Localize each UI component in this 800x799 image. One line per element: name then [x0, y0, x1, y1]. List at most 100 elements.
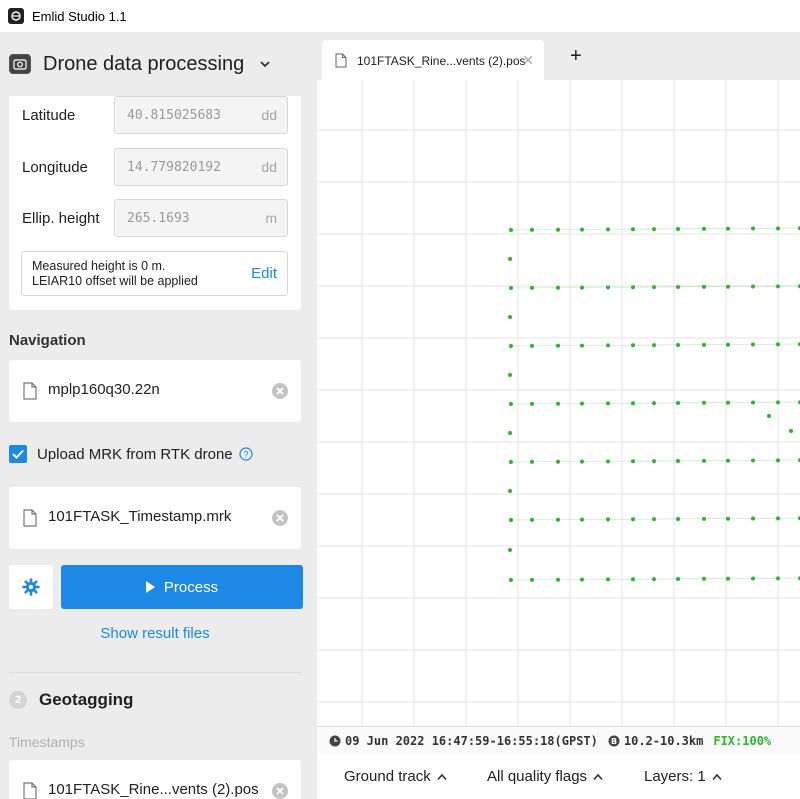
quality-flags-dropdown[interactable]: All quality flags [487, 768, 603, 785]
help-icon[interactable]: ? [239, 447, 253, 461]
height-row: Ellip. height 265.1693 m [9, 199, 301, 239]
track-point [509, 344, 513, 348]
height-unit: m [265, 210, 277, 226]
note-line-1: Measured height is 0 m. [32, 259, 166, 273]
chevron-up-icon [437, 773, 447, 780]
longitude-label: Longitude [22, 159, 88, 176]
track-point [676, 576, 680, 581]
track-point [606, 517, 610, 522]
track-point [509, 286, 513, 290]
track-point [751, 400, 755, 405]
timestamps-file-name: 101FTASK_Rine...vents (2).pos [48, 781, 259, 798]
base-coordinates-card: Latitude 40.815025683 dd Longitude 14.77… [9, 96, 301, 310]
navigation-file-card[interactable]: mplp160q30.22n [9, 360, 301, 422]
latitude-field[interactable]: 40.815025683 dd [114, 96, 288, 134]
latitude-label: Latitude [22, 107, 76, 124]
map-canvas[interactable] [317, 80, 800, 726]
navigation-label: Navigation [9, 332, 86, 349]
track-point [652, 577, 656, 582]
track-point [530, 401, 534, 406]
track-point [509, 228, 513, 232]
right-panel: 101FTASK_Rine...vents (2).pos ✕ + 09 Jun… [317, 32, 800, 799]
chevron-down-icon[interactable] [258, 57, 272, 71]
track-point [606, 285, 610, 290]
track-point [606, 577, 610, 582]
close-icon[interactable]: ✕ [522, 52, 534, 69]
panel-title: Drone data processing [43, 52, 245, 75]
track-point [726, 284, 730, 289]
height-label: Ellip. height [22, 210, 100, 227]
chevron-up-icon [712, 773, 722, 780]
time-range: 09 Jun 2022 16:47:59-16:55:18(GPST) [345, 733, 598, 748]
track-point [580, 401, 584, 406]
latitude-value: 40.815025683 [127, 108, 221, 123]
height-field[interactable]: 265.1693 m [114, 199, 288, 237]
timestamps-label: Timestamps [9, 734, 85, 750]
track-point [556, 577, 560, 582]
file-icon [335, 53, 347, 68]
ground-track-map[interactable] [317, 80, 800, 726]
track-point [631, 459, 635, 464]
file-icon [23, 382, 37, 400]
track-point [606, 227, 610, 232]
latitude-row: Latitude 40.815025683 dd [9, 96, 301, 136]
bottom-toolbar: Ground track All quality flags Layers: 1 [317, 754, 800, 799]
height-note: Measured height is 0 m. LEIAR10 offset w… [21, 251, 288, 296]
clear-icon[interactable] [271, 782, 289, 799]
track-point [530, 459, 534, 464]
track-point [676, 400, 680, 405]
file-icon [23, 782, 37, 799]
clear-icon[interactable] [271, 382, 289, 400]
svg-text:?: ? [243, 450, 248, 460]
mrk-file-card[interactable]: 101FTASK_Timestamp.mrk [9, 487, 301, 549]
geotagging-header[interactable]: 2 Geotagging [9, 690, 133, 710]
clear-icon[interactable] [271, 509, 289, 527]
ground-track-label: Ground track [344, 768, 431, 785]
baseline-value: 10.2-10.3km [623, 733, 704, 748]
track-point [652, 459, 656, 464]
upload-mrk-option[interactable]: Upload MRK from RTK drone ? [9, 442, 253, 466]
settings-button[interactable] [9, 565, 53, 609]
upload-mrk-checkbox[interactable] [9, 445, 27, 463]
track-point [556, 459, 560, 464]
left-panel: Drone data processing Latitude 40.815025… [0, 32, 317, 799]
edit-button[interactable]: Edit [251, 265, 277, 282]
note-text: Measured height is 0 m. LEIAR10 offset w… [32, 259, 198, 289]
track-point [652, 285, 656, 290]
track-point [726, 458, 730, 463]
track-point [580, 343, 584, 348]
track-point [751, 342, 755, 347]
longitude-value: 14.779820192 [127, 160, 221, 175]
upload-mrk-label: Upload MRK from RTK drone [37, 445, 233, 463]
track-point [676, 516, 680, 521]
track-point [556, 285, 560, 290]
app-logo-icon [8, 8, 24, 24]
track-point [580, 227, 584, 232]
longitude-field[interactable]: 14.779820192 dd [114, 148, 288, 186]
track-point [726, 342, 730, 347]
track-point [556, 227, 560, 232]
track-point [580, 285, 584, 290]
checkmark-icon [12, 449, 24, 459]
track-point [580, 517, 584, 522]
track-point [606, 401, 610, 406]
track-point [751, 226, 755, 231]
process-button[interactable]: Process [61, 565, 303, 609]
track-point [751, 284, 755, 289]
fix-percentage: FIX:100% [713, 733, 772, 748]
mrk-file-name: 101FTASK_Timestamp.mrk [48, 508, 232, 525]
panel-header[interactable]: Drone data processing [0, 32, 317, 96]
track-point [508, 373, 512, 377]
track-point [776, 400, 780, 405]
add-tab-button[interactable]: + [570, 46, 582, 66]
track-point [776, 342, 780, 347]
track-point [702, 400, 706, 405]
track-point [530, 227, 534, 232]
layers-dropdown[interactable]: Layers: 1 [644, 768, 722, 785]
timestamps-file-card[interactable]: 101FTASK_Rine...vents (2).pos [9, 760, 301, 799]
show-result-files-link[interactable]: Show result files [0, 625, 310, 642]
ground-track-dropdown[interactable]: Ground track [344, 768, 447, 785]
tab-pos-file[interactable]: 101FTASK_Rine...vents (2).pos ✕ [322, 40, 544, 80]
height-value: 265.1693 [127, 211, 190, 226]
track-point [652, 343, 656, 348]
